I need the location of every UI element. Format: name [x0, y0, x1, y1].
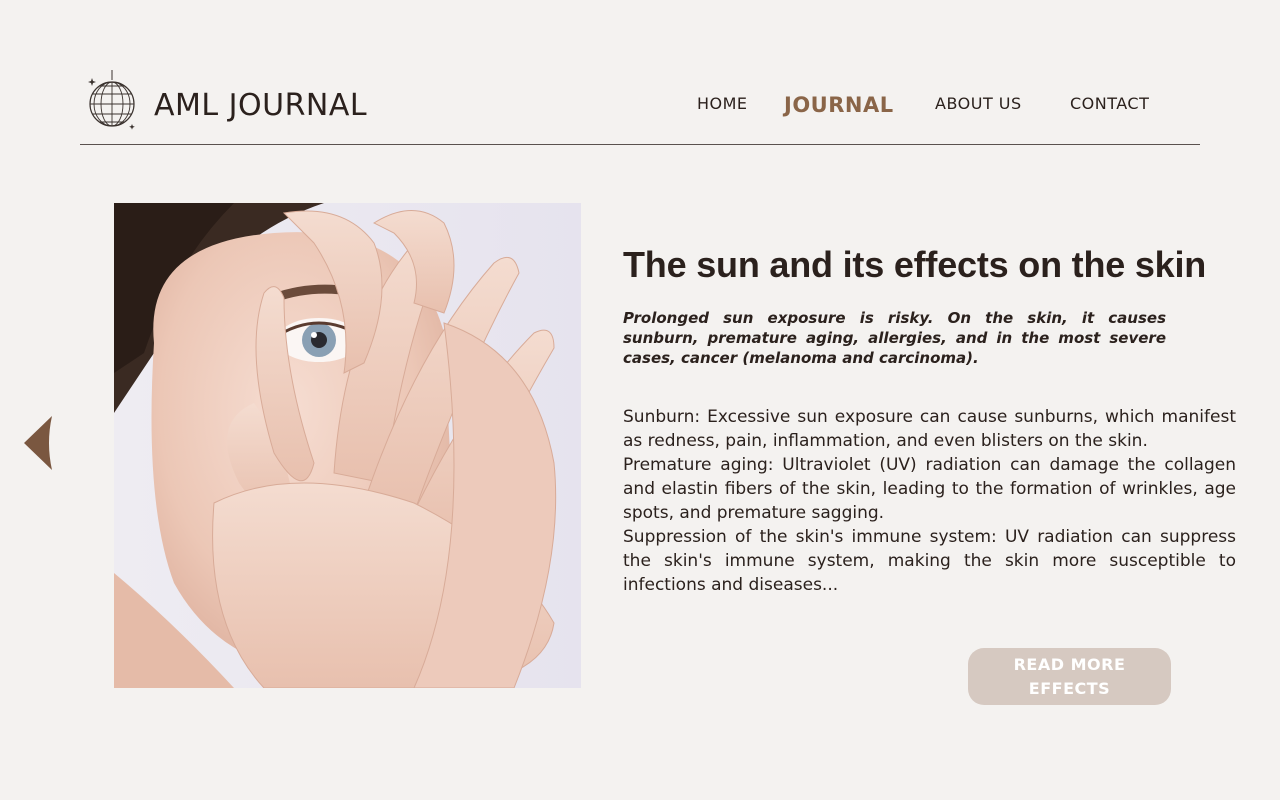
site-brand[interactable]: AML JOURNAL: [154, 88, 367, 123]
article-paragraph: Sunburn: Excessive sun exposure can caus…: [623, 407, 1236, 451]
article-content: The sun and its effects on the skin Prol…: [623, 244, 1243, 595]
read-more-button[interactable]: READ MORE EFFECTS: [968, 648, 1171, 705]
article-body: Sunburn: Excessive sun exposure can caus…: [623, 405, 1236, 597]
chevron-left-icon[interactable]: [22, 414, 54, 472]
nav-journal[interactable]: JOURNAL: [784, 93, 894, 117]
face-hands-illustration: [114, 203, 581, 688]
site-header: AML JOURNAL HOME JOURNAL ABOUT US CONTAC…: [80, 60, 1200, 146]
article-paragraph: Suppression of the skin's immune system:…: [623, 527, 1236, 595]
nav-contact[interactable]: CONTACT: [1070, 94, 1149, 113]
nav-home[interactable]: HOME: [697, 94, 748, 113]
article-title: The sun and its effects on the skin: [623, 244, 1207, 285]
disco-ball-icon[interactable]: [86, 68, 138, 132]
article-image: [114, 203, 581, 688]
article-paragraph: Premature aging: Ultraviolet (UV) radiat…: [623, 455, 1236, 523]
header-divider: [80, 144, 1200, 145]
nav-about-us[interactable]: ABOUT US: [935, 94, 1022, 113]
article-intro: Prolonged sun exposure is risky. On the …: [623, 309, 1166, 367]
